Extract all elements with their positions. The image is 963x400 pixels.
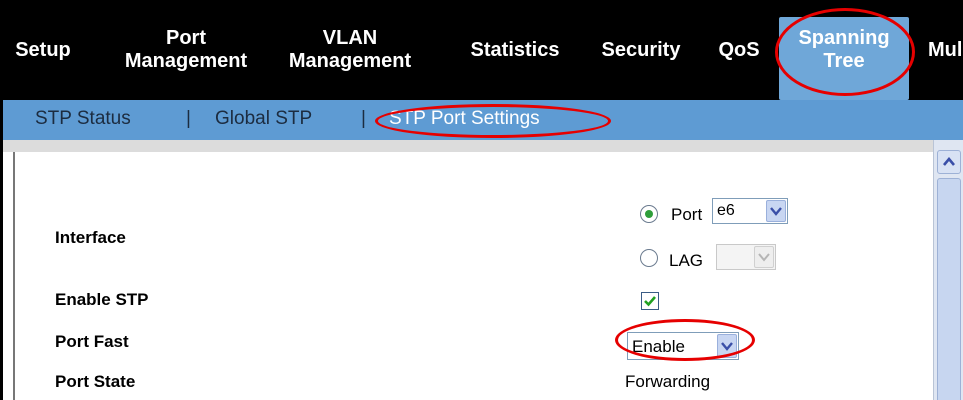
nav-item-setup[interactable]: Setup <box>3 39 83 62</box>
nav-label: Setup <box>15 39 71 61</box>
port-fast-select-value: Enable <box>632 337 685 356</box>
chevron-down-icon <box>766 200 786 222</box>
enable-stp-checkbox[interactable] <box>641 292 659 310</box>
sub-nav: STP Status | Global STP | STP Port Setti… <box>3 100 963 140</box>
content-inner: Interface Enable STP Port Fast Port Stat… <box>13 152 933 400</box>
port-radio[interactable] <box>640 205 658 223</box>
scroll-thumb[interactable] <box>937 178 961 400</box>
nav-label: Spanning <box>798 27 890 49</box>
chevron-down-icon <box>754 246 774 268</box>
interface-label: Interface <box>55 228 126 247</box>
vertical-scrollbar[interactable] <box>933 140 963 400</box>
subnav-separator: | <box>361 108 366 129</box>
radio-selected-dot <box>645 210 653 218</box>
app-frame: Setup Port Management VLAN Management St… <box>0 0 963 400</box>
enable-stp-label: Enable STP <box>55 290 149 309</box>
nav-item-security[interactable]: Security <box>589 39 693 62</box>
lag-radio-label: LAG <box>669 251 704 270</box>
nav-item-multicast[interactable]: Mul <box>928 39 963 62</box>
port-radio-label: Port <box>671 205 703 224</box>
port-fast-label: Port Fast <box>55 332 129 351</box>
nav-label: Security <box>601 39 681 61</box>
chevron-down-icon <box>717 334 737 358</box>
content-panel: Interface Enable STP Port Fast Port Stat… <box>3 140 933 400</box>
nav-label: Mul <box>928 39 963 61</box>
nav-label: Management <box>288 50 412 72</box>
subnav-item-global-stp[interactable]: Global STP <box>215 108 312 130</box>
port-state-label: Port State <box>55 372 136 391</box>
nav-label: Statistics <box>470 39 560 61</box>
checkmark-icon <box>644 296 656 307</box>
lag-radio[interactable] <box>640 249 658 267</box>
nav-label: Port <box>166 27 206 49</box>
subnav-item-stp-port-settings[interactable]: STP Port Settings <box>389 108 540 130</box>
nav-item-vlan-management[interactable]: VLAN Management <box>275 27 425 73</box>
nav-label: VLAN <box>322 27 378 49</box>
nav-label: Management <box>124 50 248 72</box>
nav-item-qos[interactable]: QoS <box>713 39 765 62</box>
chevron-up-icon <box>943 157 955 166</box>
subnav-item-stp-status[interactable]: STP Status <box>35 108 131 130</box>
port-fast-select[interactable]: Enable <box>627 332 739 360</box>
nav-item-spanning-tree[interactable]: Spanning Tree <box>779 17 909 100</box>
nav-item-statistics[interactable]: Statistics <box>455 39 575 62</box>
lag-select[interactable] <box>716 244 776 270</box>
scroll-up-button[interactable] <box>937 150 961 174</box>
subnav-separator: | <box>186 108 191 129</box>
port-select-value: e6 <box>717 202 735 219</box>
nav-label: Tree <box>823 50 865 72</box>
port-state-value: Forwarding <box>625 372 711 391</box>
nav-item-port-management[interactable]: Port Management <box>111 27 261 73</box>
port-select[interactable]: e6 <box>712 198 788 224</box>
top-nav: Setup Port Management VLAN Management St… <box>3 3 963 100</box>
nav-label: QoS <box>718 39 760 61</box>
